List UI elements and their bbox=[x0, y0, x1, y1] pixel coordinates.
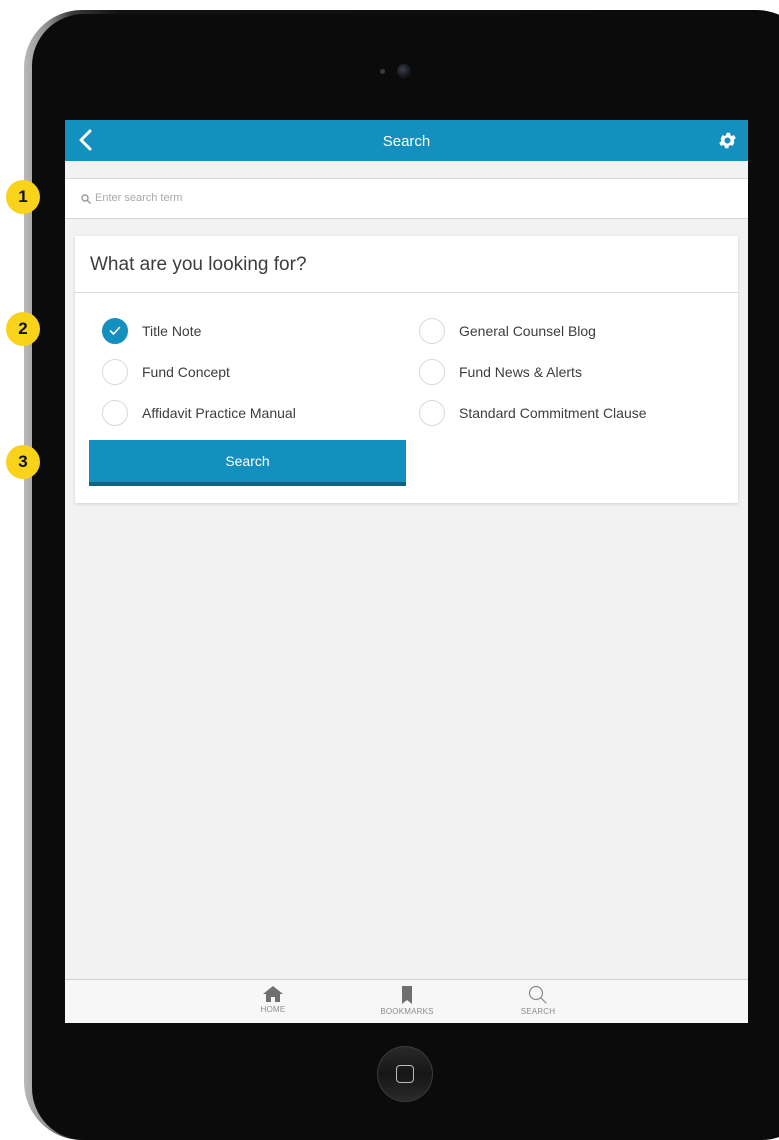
page-title: Search bbox=[382, 133, 431, 150]
radio-unchecked[interactable] bbox=[419, 359, 445, 385]
search-button[interactable]: Search bbox=[89, 440, 406, 486]
tab-label: HOME bbox=[260, 1005, 286, 1014]
option-label: General Counsel Blog bbox=[459, 323, 596, 339]
home-icon bbox=[263, 986, 283, 1002]
card-divider bbox=[75, 292, 738, 293]
search-options-card: What are you looking for? Title Note Gen… bbox=[75, 236, 738, 503]
annotation-badge-3: 3 bbox=[6, 445, 40, 479]
search-input[interactable] bbox=[95, 188, 695, 208]
radio-checked[interactable] bbox=[102, 318, 128, 344]
card-heading: What are you looking for? bbox=[90, 254, 307, 275]
radio-unchecked[interactable] bbox=[419, 318, 445, 344]
radio-unchecked[interactable] bbox=[102, 400, 128, 426]
search-bar bbox=[65, 179, 748, 219]
home-button-square-icon bbox=[396, 1065, 414, 1083]
option-label: Fund Concept bbox=[142, 364, 230, 380]
radio-unchecked[interactable] bbox=[419, 400, 445, 426]
bookmark-icon bbox=[402, 986, 412, 1004]
tab-bookmarks[interactable]: BOOKMARKS bbox=[367, 983, 447, 1023]
camera-icon bbox=[397, 64, 411, 78]
gear-icon[interactable] bbox=[717, 130, 738, 151]
tab-label: BOOKMARKS bbox=[380, 1007, 434, 1016]
checkmark-icon bbox=[109, 326, 121, 335]
sensor-dot bbox=[380, 69, 385, 74]
annotation-badge-1: 1 bbox=[6, 180, 40, 214]
option-label: Affidavit Practice Manual bbox=[142, 405, 296, 421]
annotation-badge-2: 2 bbox=[6, 312, 40, 346]
home-hardware-button[interactable] bbox=[377, 1046, 433, 1102]
search-icon bbox=[81, 194, 91, 204]
option-label: Fund News & Alerts bbox=[459, 364, 582, 380]
app-screen: Search What are you looking for? Title N… bbox=[65, 120, 748, 1023]
tab-label: SEARCH bbox=[520, 1007, 556, 1016]
tab-home[interactable]: HOME bbox=[233, 983, 313, 1023]
radio-unchecked[interactable] bbox=[102, 359, 128, 385]
option-label: Title Note bbox=[142, 323, 202, 339]
tab-search[interactable]: SEARCH bbox=[498, 983, 578, 1023]
tab-bar: HOME BOOKMARKS SEARCH bbox=[65, 979, 748, 1023]
nav-strip bbox=[65, 161, 748, 179]
search-icon bbox=[528, 985, 547, 1004]
option-label: Standard Commitment Clause bbox=[459, 405, 647, 421]
nav-bar: Search bbox=[65, 120, 748, 161]
